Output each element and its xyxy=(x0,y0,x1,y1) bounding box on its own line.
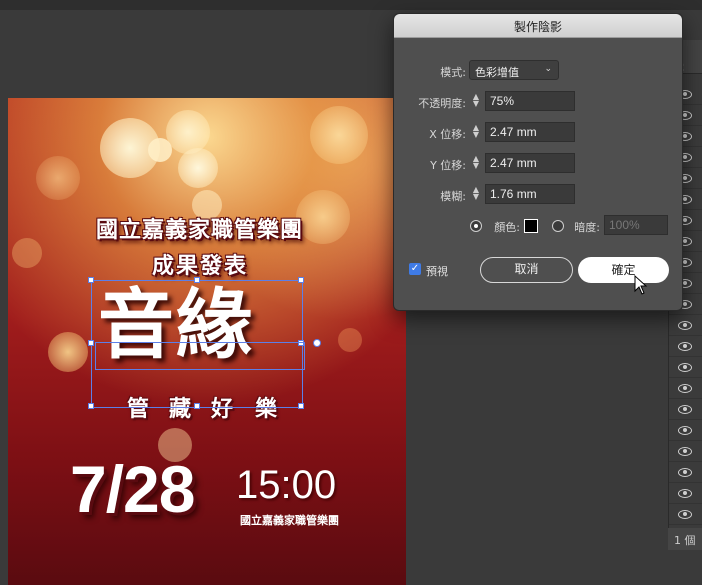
eye-icon[interactable] xyxy=(678,447,692,456)
eye-icon[interactable] xyxy=(678,342,692,351)
resize-handle[interactable] xyxy=(88,403,94,409)
layer-row[interactable] xyxy=(669,336,702,357)
mode-select[interactable]: 色彩增值 ⌄ xyxy=(469,60,559,80)
y-offset-label: Y 位移: xyxy=(430,159,466,172)
top-strip xyxy=(0,0,702,10)
bokeh-light xyxy=(296,190,350,244)
eye-icon[interactable] xyxy=(678,405,692,414)
canvas-area[interactable]: 國立嘉義家職管樂團 成果發表 音緣 管 藏 好 樂 7/28 15:00 國立嘉… xyxy=(0,0,702,585)
poster-org-small: 國立嘉義家職管樂團 xyxy=(240,514,339,527)
darkness-label: 暗度: xyxy=(574,221,600,234)
resize-handle[interactable] xyxy=(88,340,94,346)
bokeh-light xyxy=(36,156,80,200)
eye-icon[interactable] xyxy=(678,321,692,330)
poster-org-line: 國立嘉義家職管樂團 xyxy=(96,218,304,243)
bokeh-light xyxy=(338,328,362,352)
bokeh-light xyxy=(310,106,368,164)
opacity-input[interactable]: 75% xyxy=(485,91,575,111)
resize-handle[interactable] xyxy=(194,403,200,409)
chevron-down-icon: ⌄ xyxy=(544,64,552,74)
blur-label: 模糊: xyxy=(440,190,466,203)
resize-handle[interactable] xyxy=(298,277,304,283)
bokeh-light xyxy=(166,110,210,154)
opacity-stepper[interactable]: ▲ ▼ xyxy=(472,93,480,108)
layer-row[interactable] xyxy=(669,441,702,462)
layer-row[interactable] xyxy=(669,483,702,504)
dialog-titlebar[interactable]: 製作陰影 xyxy=(394,14,682,38)
x-offset-stepper[interactable]: ▲ ▼ xyxy=(472,124,480,139)
y-offset-stepper[interactable]: ▲ ▼ xyxy=(472,155,480,170)
layer-row[interactable] xyxy=(669,378,702,399)
resize-handle[interactable] xyxy=(88,277,94,283)
selection-inner-box xyxy=(95,342,305,370)
layer-row[interactable] xyxy=(669,504,702,525)
y-offset-input[interactable]: 2.47 mm xyxy=(485,153,575,173)
layer-row[interactable] xyxy=(669,357,702,378)
opacity-label: 不透明度: xyxy=(418,97,466,110)
eye-icon[interactable] xyxy=(678,384,692,393)
color-label: 顏色: xyxy=(494,221,520,234)
mouse-cursor-icon xyxy=(634,275,648,295)
selection-anchor-point[interactable] xyxy=(313,339,321,347)
mode-select-value: 色彩增值 xyxy=(475,66,519,79)
blur-stepper[interactable]: ▲ ▼ xyxy=(472,186,480,201)
preview-checkbox[interactable]: ✓ xyxy=(409,263,421,275)
resize-handle[interactable] xyxy=(194,277,200,283)
eye-icon[interactable] xyxy=(678,510,692,519)
bokeh-light xyxy=(12,238,42,268)
bokeh-light xyxy=(148,138,172,162)
mode-label: 模式: xyxy=(440,66,466,79)
layer-row[interactable] xyxy=(669,462,702,483)
layer-row[interactable] xyxy=(669,315,702,336)
layers-count: 1 個 xyxy=(668,528,702,550)
poster-subtitle: 成果發表 xyxy=(152,254,249,279)
layer-row[interactable] xyxy=(669,420,702,441)
dialog-title: 製作陰影 xyxy=(513,20,562,34)
bokeh-light xyxy=(48,332,88,372)
x-offset-input[interactable]: 2.47 mm xyxy=(485,122,575,142)
eye-icon[interactable] xyxy=(678,489,692,498)
darkness-input: 100% xyxy=(604,215,668,235)
cancel-button[interactable]: 取消 xyxy=(480,257,573,283)
resize-handle[interactable] xyxy=(298,403,304,409)
layer-row[interactable] xyxy=(669,399,702,420)
drop-shadow-dialog: 製作陰影 模式: 色彩增值 ⌄ 不透明度: ▲ ▼ 75% X 位移: ▲ ▼ 2.… xyxy=(393,13,683,311)
eye-icon[interactable] xyxy=(678,468,692,477)
blur-input[interactable]: 1.76 mm xyxy=(485,184,575,204)
poster-time: 15:00 xyxy=(236,463,337,507)
poster-date: 7/28 xyxy=(70,452,195,526)
eye-icon[interactable] xyxy=(678,363,692,372)
bokeh-light xyxy=(178,148,218,188)
ok-button[interactable]: 確定 xyxy=(578,257,669,283)
x-offset-label: X 位移: xyxy=(429,128,466,141)
eye-icon[interactable] xyxy=(678,426,692,435)
preview-label: 預視 xyxy=(426,265,448,278)
